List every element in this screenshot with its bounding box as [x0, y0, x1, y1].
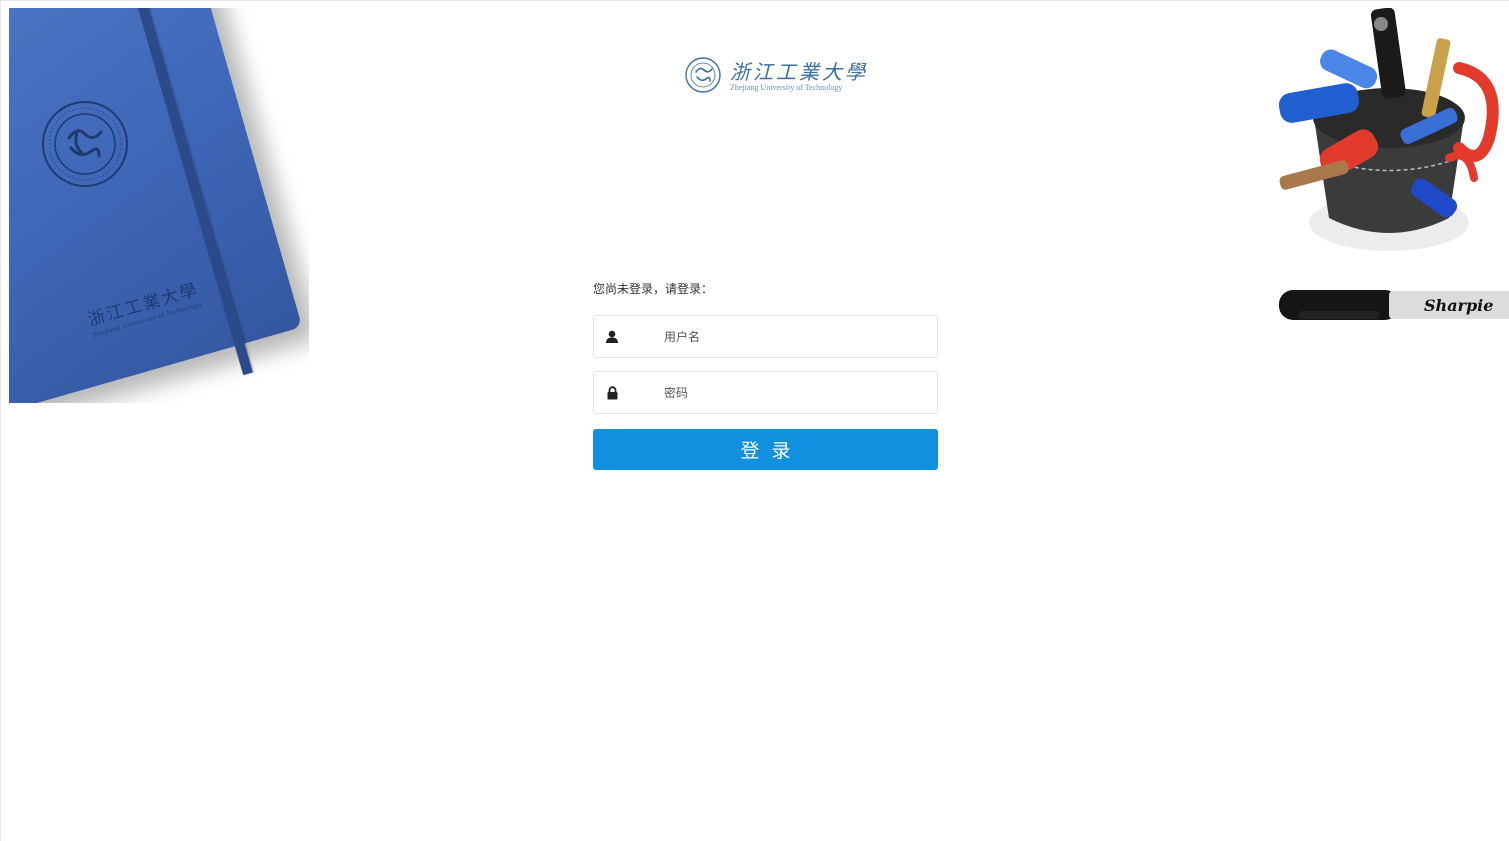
- user-icon: [596, 330, 628, 344]
- login-form: 您尚未登录，请登录： 登录: [593, 280, 938, 470]
- username-input[interactable]: [664, 316, 937, 357]
- pencup-decoration: Sharpie: [1259, 8, 1509, 408]
- login-button[interactable]: 登录: [593, 429, 938, 470]
- pencup-illustration: Sharpie: [1278, 8, 1509, 320]
- notebook-cover: [9, 8, 303, 403]
- logo-name-cn: 浙江工業大學: [730, 60, 868, 84]
- lock-icon: [596, 385, 628, 400]
- university-seal-icon: [684, 56, 722, 98]
- password-input[interactable]: [664, 372, 937, 413]
- marker-brand-label: Sharpie: [1424, 296, 1493, 315]
- login-notice: 您尚未登录，请登录：: [593, 282, 714, 296]
- login-page: 浙江工業大學 Zhejiang University of Technology: [0, 0, 1509, 841]
- notebook-seal-icon: [39, 98, 131, 194]
- notebook-decoration: 浙江工業大學 Zhejiang University of Technology: [9, 8, 309, 403]
- logo-name-en: Zhejiang University of Technology: [730, 83, 843, 92]
- password-field[interactable]: [593, 371, 938, 414]
- username-field[interactable]: [593, 315, 938, 358]
- university-logo: 浙江工業大學 Zhejiang University of Technology: [684, 57, 868, 97]
